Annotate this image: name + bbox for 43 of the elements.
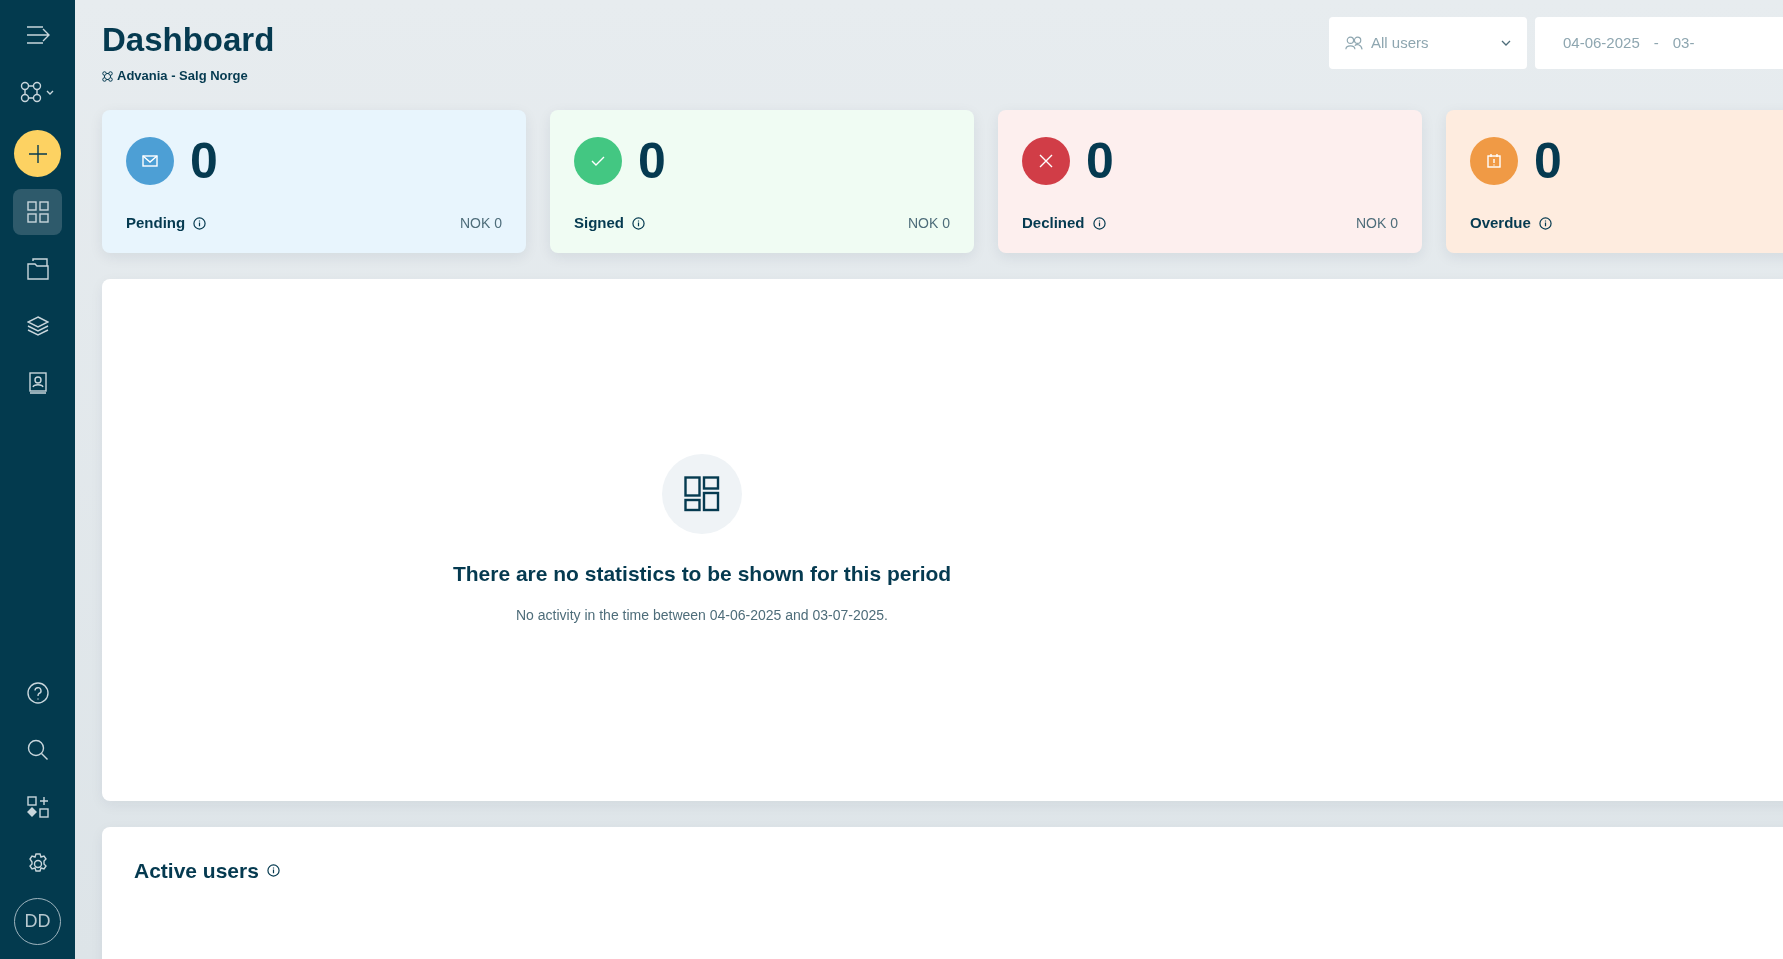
info-icon[interactable]	[632, 217, 645, 231]
organization-name: Advania - Salg Norge	[117, 67, 248, 86]
info-icon[interactable]	[266, 864, 280, 878]
contact-book-icon	[27, 372, 48, 394]
stat-label: Signed	[574, 213, 624, 234]
signed-status-icon	[574, 136, 622, 185]
empty-state-text: No activity in the time between 04-06-2025 and 03-07-2025.	[516, 606, 888, 626]
plus-icon	[27, 143, 48, 164]
user-filter-dropdown[interactable]: All users	[1329, 17, 1527, 69]
info-icon[interactable]	[1538, 217, 1552, 231]
stat-count: 0	[190, 135, 218, 186]
dashboard-nav-button[interactable]	[13, 189, 62, 235]
pending-status-icon	[126, 136, 174, 185]
stat-count: 0	[1534, 135, 1562, 186]
empty-state-title: There are no statistics to be shown for this period	[452, 560, 952, 587]
stat-label: Pending	[126, 213, 186, 234]
stat-amount: NOK 0	[908, 214, 950, 234]
layers-icon	[26, 315, 49, 337]
widgets-icon	[26, 796, 49, 818]
settings-icon	[26, 853, 49, 875]
organization-icon	[19, 81, 56, 103]
stat-label: Overdue	[1470, 213, 1531, 234]
organization-icon	[102, 70, 113, 82]
section-title: Active users	[134, 857, 259, 884]
info-icon[interactable]	[1092, 217, 1106, 231]
help-icon	[26, 682, 49, 704]
chevron-down-icon	[1501, 40, 1511, 46]
menu-icon	[24, 24, 51, 46]
overdue-status-icon	[1470, 136, 1518, 185]
add-button[interactable]	[14, 130, 61, 177]
info-icon[interactable]	[193, 217, 207, 231]
stat-amount: NOK 0	[1356, 214, 1398, 234]
search-icon	[26, 739, 49, 761]
users-icon	[1345, 35, 1363, 51]
grid-icon	[26, 201, 49, 223]
stat-count: 0	[1086, 135, 1114, 186]
page-title: Dashboard	[102, 22, 276, 59]
stat-amount: NOK 0	[460, 214, 502, 234]
folder-icon	[26, 258, 49, 280]
declined-status-icon	[1022, 136, 1070, 185]
stat-count: 0	[638, 135, 666, 186]
stat-label: Declined	[1022, 213, 1085, 234]
date-range-field[interactable]: 04-06-2025 - 03-	[1535, 17, 1783, 69]
